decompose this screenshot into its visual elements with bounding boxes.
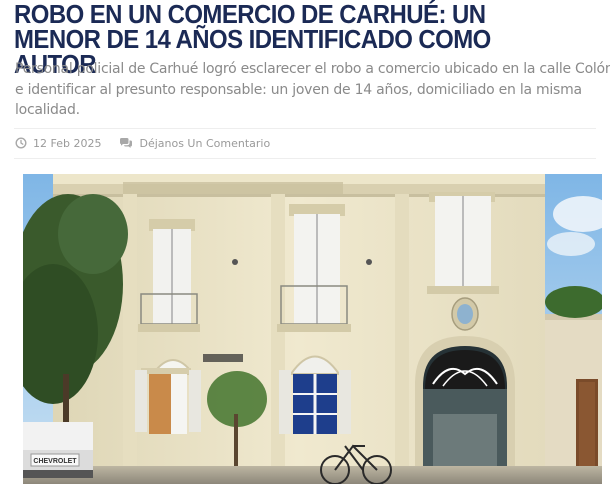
cloud bbox=[547, 232, 595, 256]
lower-window-left bbox=[135, 359, 201, 434]
featured-image[interactable]: CHEVROLET bbox=[23, 174, 602, 484]
article-meta: 12 Feb 2025 Déjanos Un Comentario bbox=[15, 135, 270, 151]
article: ROBO EN UN COMERCIO DE CARHUÉ: UN MENOR … bbox=[0, 0, 610, 484]
coat-of-arms bbox=[451, 297, 479, 331]
comments-icon bbox=[120, 138, 133, 148]
comments-label: Déjanos Un Comentario bbox=[139, 136, 271, 150]
comments-link[interactable]: Déjanos Un Comentario bbox=[119, 137, 270, 150]
clock-icon bbox=[15, 137, 27, 149]
wooden-door bbox=[149, 374, 171, 434]
divider bbox=[14, 158, 596, 159]
arched-entrance bbox=[415, 336, 515, 484]
publish-date: 12 Feb 2025 bbox=[33, 136, 102, 150]
article-lead: Personal policial de Carhué logró esclar… bbox=[15, 61, 610, 118]
divider bbox=[14, 128, 596, 129]
upper-window bbox=[427, 192, 499, 294]
sidewalk bbox=[23, 466, 602, 484]
sign-plaque bbox=[203, 354, 243, 362]
truck-plate-text: CHEVROLET bbox=[33, 458, 77, 465]
pickup-truck: CHEVROLET bbox=[23, 422, 93, 478]
